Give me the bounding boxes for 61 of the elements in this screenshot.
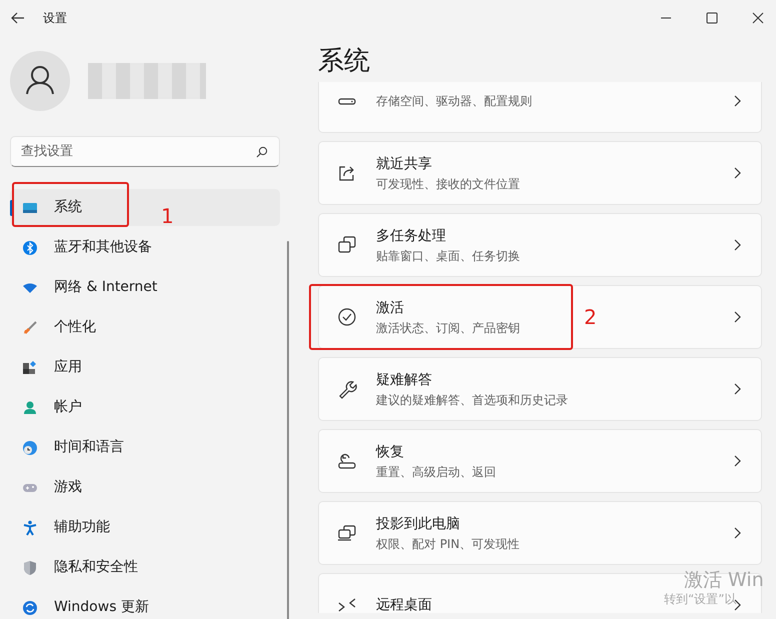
card-title: 激活 bbox=[376, 298, 404, 318]
chevron-right-icon bbox=[734, 239, 741, 251]
shield-icon bbox=[22, 560, 38, 576]
chevron-right-icon bbox=[734, 383, 741, 395]
search-icon bbox=[256, 146, 268, 158]
card-subtitle: 激活状态、订阅、产品密钥 bbox=[376, 320, 520, 336]
nav-item[interactable]: Windows 更新 bbox=[10, 589, 280, 619]
wrench-icon bbox=[337, 379, 357, 399]
overlapping-windows-icon bbox=[337, 235, 357, 255]
nav-item[interactable]: 游戏 bbox=[10, 469, 280, 506]
card-title: 就近共享 bbox=[376, 154, 432, 174]
nav-item[interactable]: 辅助功能 bbox=[10, 509, 280, 546]
paintbrush-icon bbox=[22, 320, 38, 336]
bluetooth-icon bbox=[22, 240, 38, 256]
nav-item[interactable]: 应用 bbox=[10, 349, 280, 386]
chevron-right-icon bbox=[734, 527, 741, 539]
nav-item[interactable]: 网络 & Internet bbox=[10, 269, 280, 306]
apps-icon bbox=[22, 360, 38, 376]
settings-card[interactable]: 恢复 重置、高级启动、返回 bbox=[318, 429, 762, 493]
settings-card[interactable]: 疑难解答 建议的疑难解答、首选项和历史记录 bbox=[318, 357, 762, 421]
nav-item[interactable]: 个性化 bbox=[10, 309, 280, 346]
card-subtitle: 贴靠窗口、桌面、任务切换 bbox=[376, 248, 520, 264]
chevron-right-icon bbox=[734, 167, 741, 179]
nav-item[interactable]: 隐私和安全性 bbox=[10, 549, 280, 586]
card-subtitle: 可发现性、接收的文件位置 bbox=[376, 176, 520, 192]
card-subtitle: 建议的疑难解答、首选项和历史记录 bbox=[376, 392, 568, 408]
card-title: 远程桌面 bbox=[376, 596, 432, 613]
settings-card[interactable]: 就近共享 可发现性、接收的文件位置 bbox=[318, 141, 762, 205]
settings-card[interactable]: 存储空间、驱动器、配置规则 bbox=[318, 82, 762, 133]
close-icon[interactable] bbox=[752, 12, 764, 24]
clock-globe-icon bbox=[22, 440, 38, 456]
settings-card[interactable]: 多任务处理 贴靠窗口、桌面、任务切换 bbox=[318, 213, 762, 277]
chevron-right-icon bbox=[734, 455, 741, 467]
avatar-icon bbox=[10, 51, 70, 111]
recovery-drive-icon bbox=[337, 451, 357, 471]
activation-watermark-text: 转到“设置”以 bbox=[664, 592, 736, 606]
card-subtitle: 重置、高级启动、返回 bbox=[376, 464, 496, 480]
chevron-right-icon bbox=[734, 95, 741, 107]
back-arrow-icon[interactable] bbox=[11, 12, 25, 24]
accessibility-person-icon bbox=[22, 520, 38, 536]
card-title: 恢复 bbox=[376, 442, 404, 462]
person-icon bbox=[22, 400, 38, 416]
nav-item[interactable]: 时间和语言 bbox=[10, 429, 280, 466]
annotation-number: 1 bbox=[161, 206, 174, 226]
annotation-number: 2 bbox=[584, 307, 597, 327]
search-field[interactable]: 查找设置 bbox=[10, 136, 280, 167]
card-title: 投影到此电脑 bbox=[376, 514, 460, 534]
card-subtitle: 存储空间、驱动器、配置规则 bbox=[376, 93, 532, 110]
maximize-icon[interactable] bbox=[706, 12, 718, 24]
card-title: 疑难解答 bbox=[376, 370, 432, 390]
nav-item[interactable]: 帐户 bbox=[10, 389, 280, 426]
check-circle-icon bbox=[337, 307, 357, 327]
settings-card[interactable]: 投影到此电脑 权限、配对 PIN、可发现性 bbox=[318, 501, 762, 565]
screens-icon bbox=[337, 523, 357, 543]
refresh-icon bbox=[22, 600, 38, 616]
nav-item[interactable]: 蓝牙和其他设备 bbox=[10, 229, 280, 266]
card-title: 多任务处理 bbox=[376, 226, 446, 246]
card-subtitle: 权限、配对 PIN、可发现性 bbox=[376, 536, 520, 552]
window-title: 设置 bbox=[43, 10, 67, 27]
chevron-right-icon bbox=[734, 311, 741, 323]
page-title: 系统 bbox=[318, 48, 370, 74]
